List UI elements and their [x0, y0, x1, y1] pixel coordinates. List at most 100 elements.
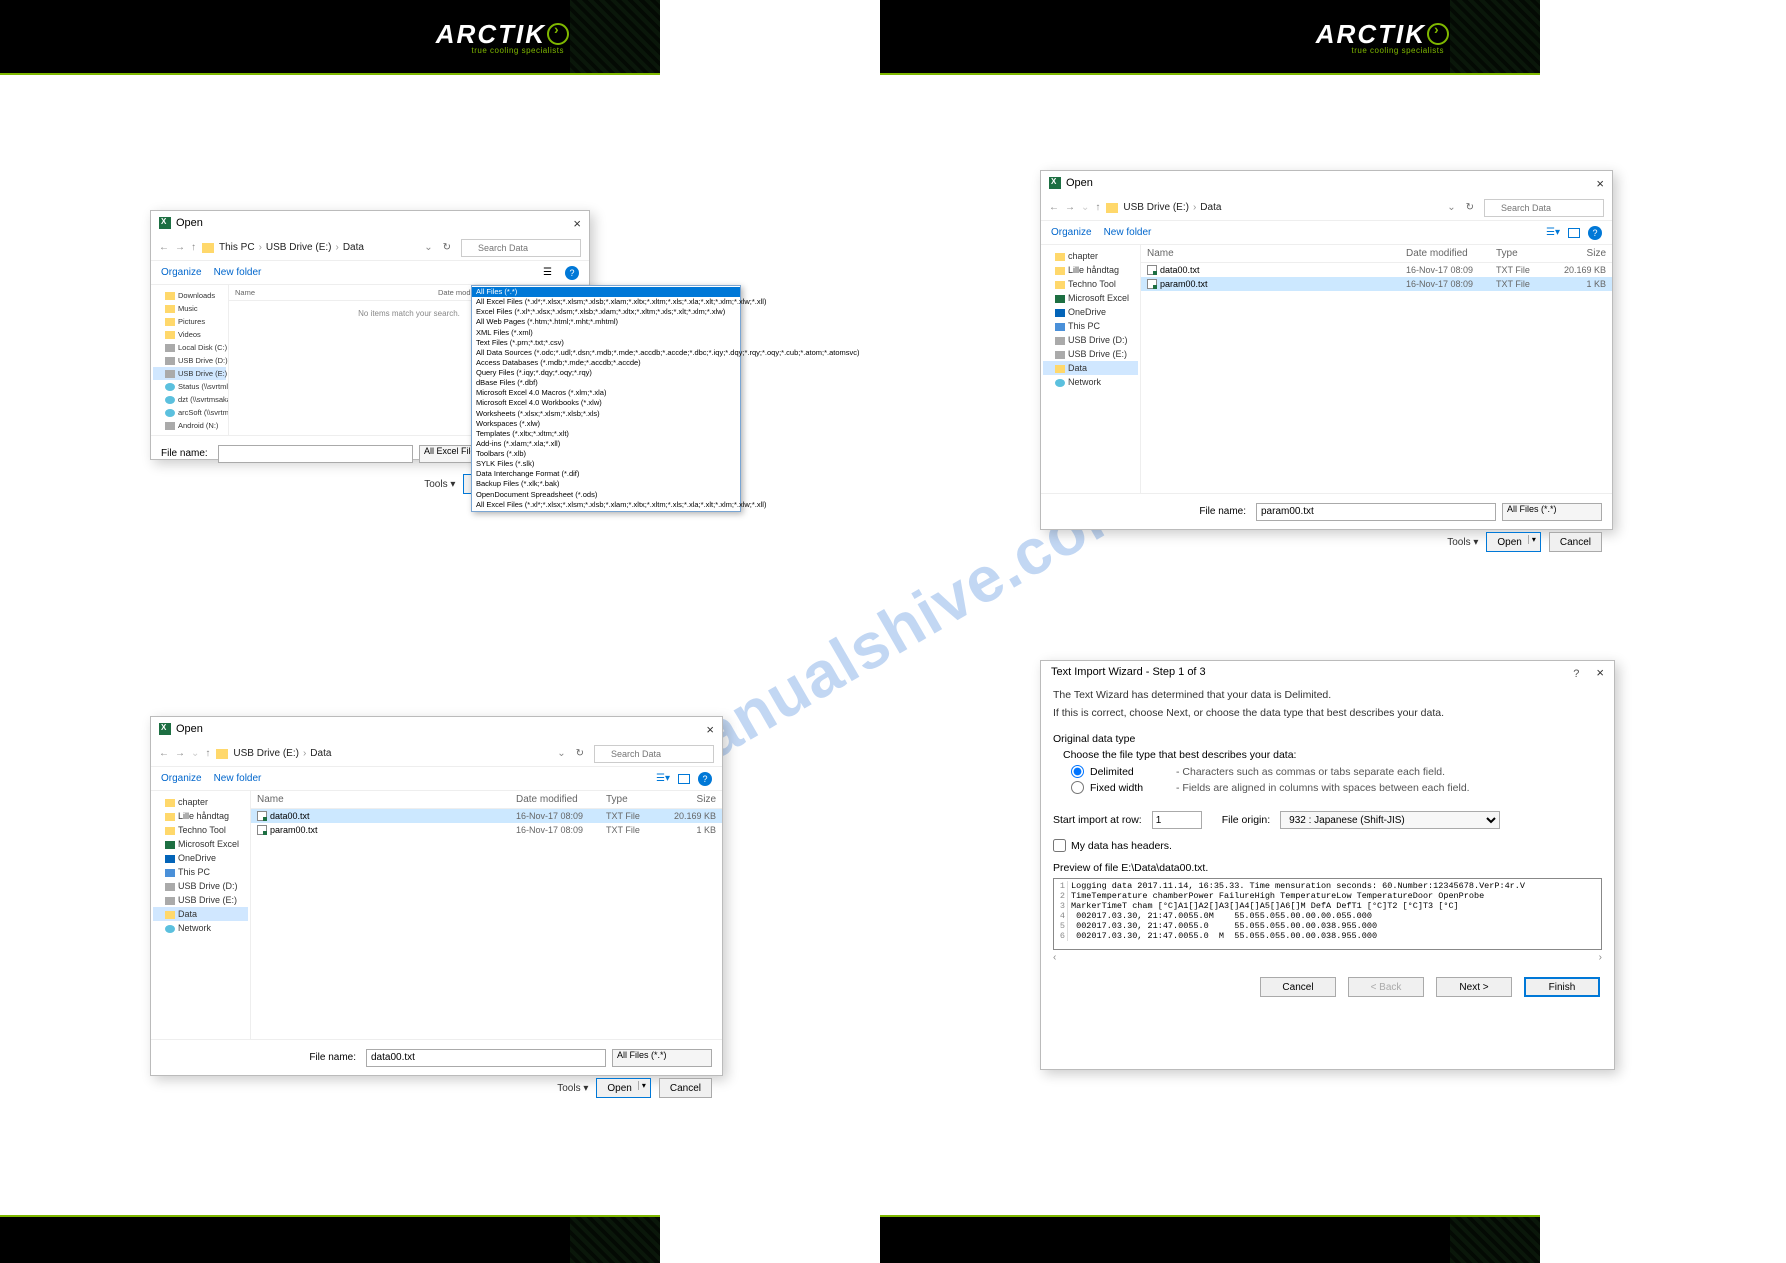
file-origin-select[interactable]: 932 : Japanese (Shift-JIS): [1280, 811, 1500, 829]
close-icon[interactable]: ×: [1596, 665, 1604, 680]
search-input[interactable]: [461, 239, 581, 257]
organize-menu[interactable]: Organize: [1051, 227, 1092, 238]
tree-item[interactable]: Lille håndtag: [153, 809, 248, 823]
search-input[interactable]: [1484, 199, 1604, 217]
cancel-button[interactable]: Cancel: [1549, 532, 1602, 552]
cancel-button[interactable]: Cancel: [659, 1078, 712, 1098]
delimited-label[interactable]: Delimited: [1090, 766, 1170, 778]
view-list-icon[interactable]: ☰▾: [1546, 227, 1560, 239]
refresh-icon[interactable]: ↻: [443, 242, 451, 253]
col-name[interactable]: Name: [257, 794, 516, 805]
column-headers[interactable]: Name Date modified Type Size: [1141, 245, 1612, 263]
tree-item[interactable]: arcSoft (\\svrtm: [153, 406, 226, 419]
help-icon[interactable]: ?: [1573, 668, 1579, 680]
back-button[interactable]: < Back: [1348, 977, 1424, 997]
open-button[interactable]: Open: [596, 1078, 650, 1098]
file-row[interactable]: param00.txt16-Nov-17 08:09TXT File1 KB: [1141, 277, 1612, 291]
filetype-option[interactable]: dBase Files (*.dbf): [472, 378, 740, 388]
scroll-right-icon[interactable]: ›: [1599, 952, 1602, 963]
tools-menu[interactable]: Tools ▾: [1447, 537, 1478, 548]
next-button[interactable]: Next >: [1436, 977, 1512, 997]
filetype-option[interactable]: Data Interchange Format (*.dif): [472, 469, 740, 479]
organize-menu[interactable]: Organize: [161, 773, 202, 784]
view-options-icon[interactable]: ☰: [543, 267, 557, 279]
tree-item[interactable]: OneDrive: [1043, 305, 1138, 319]
filetype-option[interactable]: OpenDocument Spreadsheet (*.ods): [472, 490, 740, 500]
recent-dropdown-icon[interactable]: ⌄: [1081, 202, 1089, 213]
breadcrumb[interactable]: This PC› USB Drive (E:)› Data: [202, 242, 418, 253]
back-arrow-icon[interactable]: ←: [1049, 202, 1059, 213]
col-size[interactable]: Size: [661, 794, 716, 805]
breadcrumb[interactable]: USB Drive (E:)› Data: [216, 748, 551, 759]
file-row[interactable]: data00.txt16-Nov-17 08:09TXT File20.169 …: [1141, 263, 1612, 277]
filetype-option[interactable]: SYLK Files (*.slk): [472, 459, 740, 469]
fixed-width-label[interactable]: Fixed width: [1090, 782, 1170, 794]
open-button[interactable]: Open: [1486, 532, 1540, 552]
tree-item[interactable]: OneDrive: [153, 851, 248, 865]
preview-pane-icon[interactable]: [678, 774, 690, 784]
tree-item[interactable]: Music: [153, 302, 226, 315]
col-type[interactable]: Type: [606, 794, 661, 805]
new-folder-button[interactable]: New folder: [214, 773, 262, 784]
filetype-option[interactable]: Add-ins (*.xlam;*.xla;*.xll): [472, 439, 740, 449]
tree-item[interactable]: Techno Tool: [1043, 277, 1138, 291]
tree-item[interactable]: This PC: [153, 865, 248, 879]
recent-dropdown-icon[interactable]: ⌄: [191, 748, 199, 759]
filetype-option[interactable]: Access Databases (*.mdb;*.mde;*.accdb;*.…: [472, 358, 740, 368]
help-icon[interactable]: ?: [698, 772, 712, 786]
tree-item[interactable]: dzt (\\svrtmsaka: [153, 393, 226, 406]
finish-button[interactable]: Finish: [1524, 977, 1600, 997]
col-name[interactable]: Name: [235, 288, 438, 297]
up-arrow-icon[interactable]: ↑: [191, 242, 196, 253]
tree-item[interactable]: Android (N:): [153, 419, 226, 432]
filetype-dropdown[interactable]: All Files (*.*)All Excel Files (*.xl*;*.…: [471, 285, 741, 512]
view-list-icon[interactable]: ☰▾: [656, 773, 670, 785]
tree-item[interactable]: Data: [1043, 361, 1138, 375]
tree-item[interactable]: USB Drive (E:): [153, 893, 248, 907]
filename-input[interactable]: [1256, 503, 1496, 521]
start-row-input[interactable]: [1152, 811, 1202, 829]
breadcrumb-dropdown-icon[interactable]: ⌄: [557, 748, 565, 759]
filetype-option[interactable]: Excel Files (*.xl*;*.xlsx;*.xlsm;*.xlsb;…: [472, 307, 740, 317]
search-input[interactable]: [594, 745, 714, 763]
folder-tree[interactable]: chapterLille håndtagTechno ToolMicrosoft…: [1041, 245, 1141, 493]
tree-item[interactable]: Local Disk (C:): [153, 341, 226, 354]
forward-arrow-icon[interactable]: →: [175, 748, 185, 759]
col-type[interactable]: Type: [1496, 248, 1551, 259]
filetype-option[interactable]: All Excel Files (*.xl*;*.xlsx;*.xlsm;*.x…: [472, 297, 740, 307]
filetype-option[interactable]: Microsoft Excel 4.0 Macros (*.xlm;*.xla): [472, 388, 740, 398]
tree-item[interactable]: iteoken (\\svrtm: [153, 432, 226, 435]
tree-item[interactable]: Network: [1043, 375, 1138, 389]
filetype-option[interactable]: Worksheets (*.xlsx;*.xlsm;*.xlsb;*.xls): [472, 409, 740, 419]
tree-item[interactable]: Status (\\svrtmla: [153, 380, 226, 393]
back-arrow-icon[interactable]: ←: [159, 748, 169, 759]
col-size[interactable]: Size: [1551, 248, 1606, 259]
filetype-option[interactable]: XML Files (*.xml): [472, 328, 740, 338]
cancel-button[interactable]: Cancel: [1260, 977, 1336, 997]
preview-box[interactable]: 1Logging data 2017.11.14, 16:35.33. Time…: [1053, 878, 1602, 950]
close-icon[interactable]: ×: [1596, 176, 1604, 191]
tree-item[interactable]: Videos: [153, 328, 226, 341]
forward-arrow-icon[interactable]: →: [1065, 202, 1075, 213]
col-date[interactable]: Date modified: [516, 794, 606, 805]
filetype-option[interactable]: All Files (*.*): [472, 287, 740, 297]
forward-arrow-icon[interactable]: →: [175, 242, 185, 253]
tree-item[interactable]: Network: [153, 921, 248, 935]
tree-item[interactable]: Microsoft Excel: [1043, 291, 1138, 305]
tree-item[interactable]: Downloads: [153, 289, 226, 302]
organize-menu[interactable]: Organize: [161, 267, 202, 278]
filename-input[interactable]: [218, 445, 413, 463]
tree-item[interactable]: chapter: [1043, 249, 1138, 263]
filetype-option[interactable]: Backup Files (*.xlk;*.bak): [472, 479, 740, 489]
tree-item[interactable]: Lille håndtag: [1043, 263, 1138, 277]
tree-item[interactable]: Pictures: [153, 315, 226, 328]
tree-item[interactable]: Microsoft Excel: [153, 837, 248, 851]
refresh-icon[interactable]: ↻: [576, 748, 584, 759]
tree-item[interactable]: USB Drive (D:): [153, 354, 226, 367]
tree-item[interactable]: USB Drive (D:): [1043, 333, 1138, 347]
tools-menu[interactable]: Tools ▾: [424, 479, 455, 490]
tree-item[interactable]: USB Drive (E:): [153, 367, 226, 380]
filename-input[interactable]: [366, 1049, 606, 1067]
back-arrow-icon[interactable]: ←: [159, 242, 169, 253]
tools-menu[interactable]: Tools ▾: [557, 1083, 588, 1094]
